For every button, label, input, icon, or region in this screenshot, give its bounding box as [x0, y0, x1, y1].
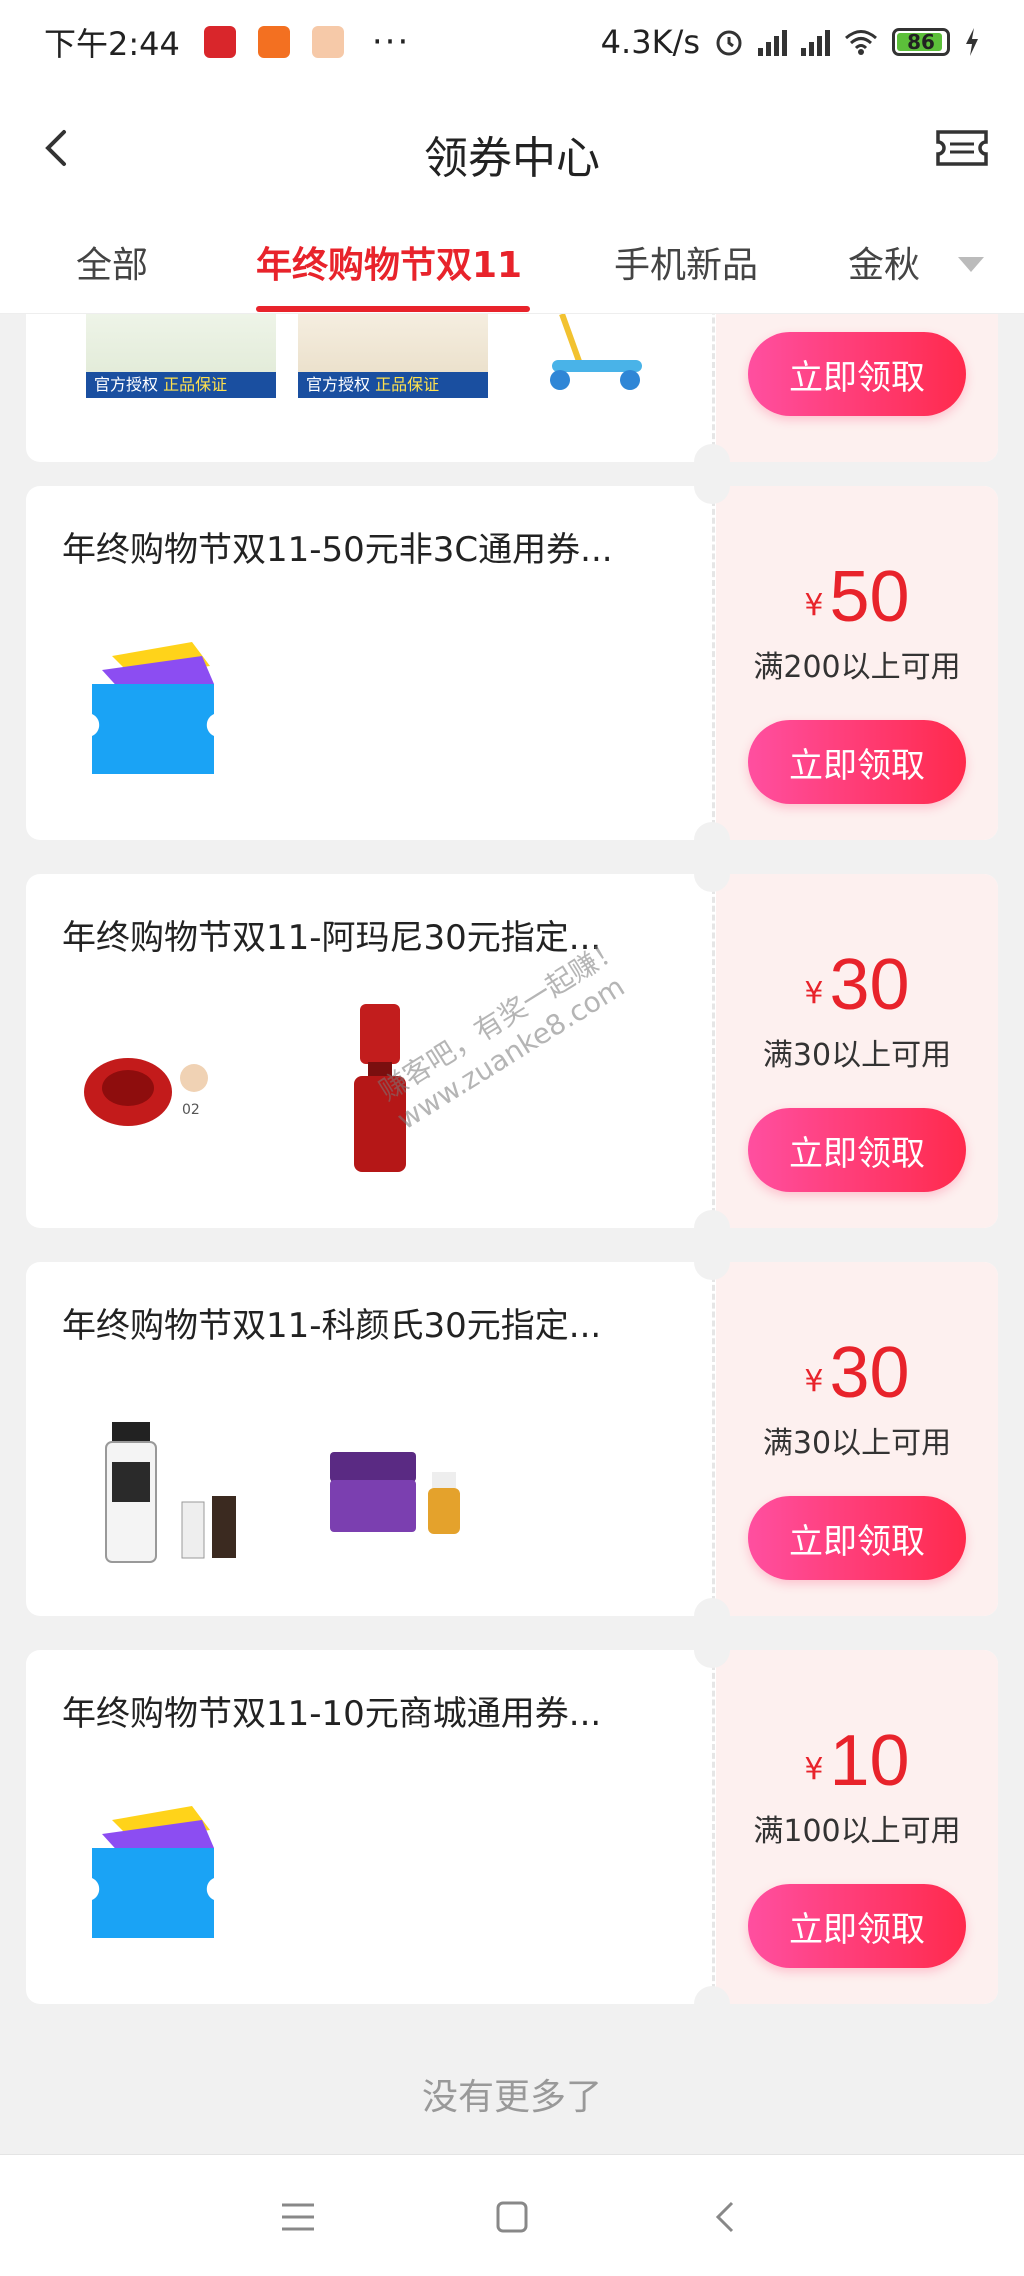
coupon-image: 02: [62, 1004, 682, 1194]
page-title: 领券中心: [424, 133, 600, 184]
coupon-condition: 满30以上可用: [762, 1426, 952, 1461]
coupon-image: [62, 616, 682, 806]
active-tab-indicator: [256, 306, 530, 312]
claim-button[interactable]: 立即领取: [748, 1884, 966, 1968]
coupon-name: 年终购物节双11-科颜氏30元指定...: [62, 1306, 602, 1346]
scooter-image: [550, 314, 642, 390]
coupon-name: 年终购物节双11-阿玛尼30元指定...: [62, 918, 602, 958]
taobao-notification-icon: [257, 26, 290, 58]
coupon-amount: ¥30: [804, 1333, 910, 1413]
claim-button[interactable]: 立即领取: [748, 1108, 966, 1192]
back-icon[interactable]: [704, 2195, 748, 2239]
coupon-ticket-icon: [92, 642, 214, 774]
tab-all[interactable]: 全部: [76, 236, 148, 288]
coupon-card-partial: 官方授权 正品保证 官方授权 正品保证 立即领取: [26, 314, 998, 462]
tab-double11[interactable]: 年终购物节双11: [256, 236, 522, 288]
signal-icon-2: [801, 28, 830, 56]
my-coupons-icon[interactable]: [934, 124, 990, 172]
coupon-amount: ¥30: [804, 945, 910, 1025]
coupon-image: [62, 1392, 682, 1582]
armani-lipstick-image: [354, 1004, 406, 1172]
home-icon[interactable]: [490, 2195, 534, 2239]
coupon-amount: ¥50: [804, 557, 910, 637]
kiehls-serum-image: [105, 1422, 236, 1563]
coupon-condition: 满30以上可用: [762, 1038, 952, 1073]
claim-button[interactable]: 立即领取: [748, 332, 966, 416]
coupon-card: 年终购物节双11-50元非3C通用券... ¥50 满200以上可用 立即领取: [26, 486, 998, 840]
status-bar: 下午2:44 ··· 4.3K/s 86: [0, 0, 1024, 84]
tab-autumn[interactable]: 金秋: [848, 236, 920, 288]
coupon-card: 年终购物节双11-10元商城通用券... ¥10 满100以上可用 立即领取: [26, 1650, 998, 2004]
system-nav-bar: [0, 2154, 1024, 2276]
wifi-icon: [845, 30, 877, 55]
official-badge-2: 官方授权 正品保证: [298, 372, 488, 398]
menu-icon[interactable]: [276, 2195, 320, 2239]
kiehls-cream-image: [330, 1452, 460, 1534]
coupon-amount: ¥10: [804, 1721, 910, 1801]
charging-icon: [966, 28, 978, 56]
coupon-name: 年终购物节双11-10元商城通用券...: [62, 1694, 602, 1734]
network-speed: 4.3K/s: [600, 23, 700, 61]
claim-button[interactable]: 立即领取: [748, 720, 966, 804]
coupon-card: 年终购物节双11-阿玛尼30元指定... 02 ¥30 满30以上可用 立即领取: [26, 874, 998, 1228]
alarm-icon: [716, 30, 742, 56]
battery-icon: 86: [892, 28, 950, 56]
category-tabs: 全部 年终购物节双11 手机新品 金秋: [0, 214, 1024, 314]
app-notification-icon: [203, 26, 236, 58]
svg-text:02: 02: [182, 1102, 200, 1118]
triangle-down-icon: [958, 257, 984, 272]
coupon-name: 年终购物节双11-50元非3C通用券...: [62, 530, 613, 570]
coupon-list: 官方授权 正品保证 官方授权 正品保证 立即领取 年终购物节双11-50元非3C…: [0, 314, 1024, 2154]
coupon-condition: 满200以上可用: [753, 650, 961, 685]
coupon-condition: 满100以上可用: [753, 1814, 961, 1849]
signal-icon: [758, 28, 787, 56]
header: 领券中心: [0, 84, 1024, 214]
coupon-ticket-icon: [92, 1806, 214, 1938]
pet-app-notification-icon: [311, 26, 344, 58]
armani-cushion-image: 02: [84, 1058, 208, 1126]
coupon-card: 年终购物节双11-科颜氏30元指定... ¥30 满30以上可用 立即领取: [26, 1262, 998, 1616]
no-more-text: 没有更多了: [421, 2077, 602, 2118]
more-notifications-icon: ···: [371, 22, 411, 62]
tab-new-phones[interactable]: 手机新品: [614, 236, 758, 288]
tab-expand-button[interactable]: [914, 214, 1024, 313]
product-images: 官方授权 正品保证 官方授权 正品保证: [62, 314, 682, 434]
official-badge: 官方授权 正品保证: [86, 372, 276, 398]
coupon-image: [62, 1780, 682, 1970]
status-time: 下午2:44: [44, 25, 180, 63]
claim-button[interactable]: 立即领取: [748, 1496, 966, 1580]
